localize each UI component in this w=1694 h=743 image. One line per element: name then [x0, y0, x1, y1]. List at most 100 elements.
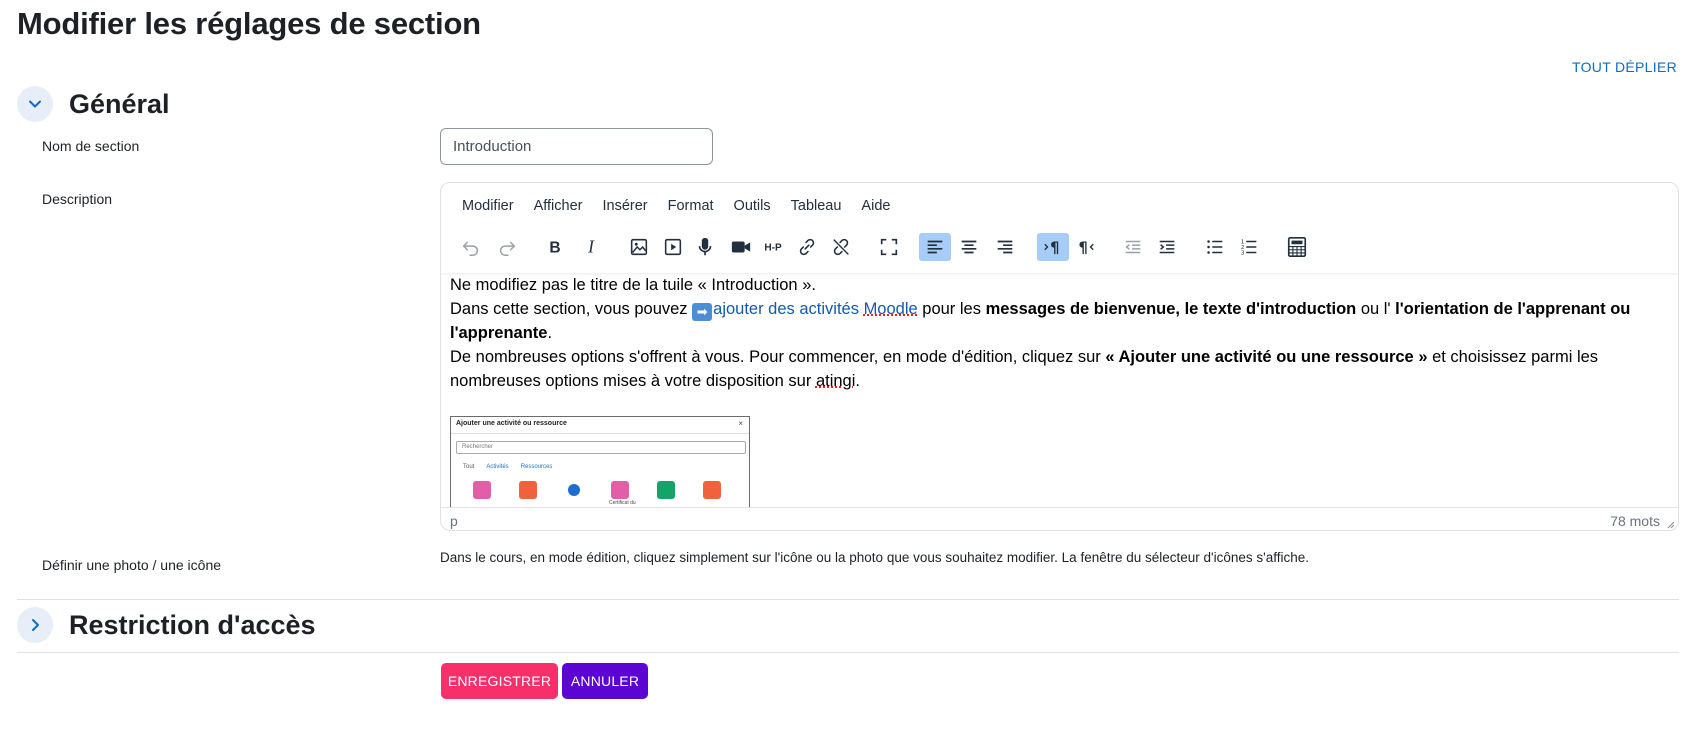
thumb-search-field: Rechercher [456, 441, 746, 454]
italic-button[interactable]: I [575, 233, 607, 261]
section-header-restriction: Restriction d'accès [17, 607, 316, 643]
thumb-activity-tile [611, 481, 629, 499]
calculator-button[interactable] [1281, 233, 1313, 261]
section-title-general: Général [69, 88, 170, 119]
thumb-activity-tile [519, 481, 537, 499]
redo-icon [499, 241, 516, 256]
bullet-list-button[interactable] [1199, 233, 1231, 261]
microphone-icon [698, 237, 712, 256]
thumb-activity-tile [657, 481, 675, 499]
thumb-tab-resources: Ressources [520, 464, 553, 470]
redo-button[interactable] [491, 233, 523, 261]
menu-format[interactable]: Format [658, 198, 724, 214]
divider [17, 652, 1679, 653]
editor-menubar: Modifier Afficher Insérer Format Outils … [452, 198, 900, 214]
unlink-button[interactable] [825, 233, 857, 261]
content-text: . [855, 372, 860, 390]
undo-button[interactable] [455, 233, 487, 261]
ltr-icon: ¶ [1044, 240, 1059, 257]
rtl-button[interactable]: ¶ [1069, 233, 1101, 261]
section-title-restriction: Restriction d'accès [69, 609, 316, 640]
element-path[interactable]: p [450, 513, 458, 529]
video-icon [731, 241, 751, 253]
image-icon [630, 238, 648, 256]
align-left-button[interactable] [919, 233, 951, 261]
menu-tableau[interactable]: Tableau [781, 198, 852, 214]
content-text: Dans cette section, vous pouvez [450, 300, 693, 318]
rich-text-editor: Modifier Afficher Insérer Format Outils … [440, 182, 1679, 531]
calculator-icon [1287, 237, 1307, 257]
undo-icon [462, 241, 479, 256]
activity-chooser-screenshot[interactable]: Ajouter une activité ou ressource × Rech… [450, 416, 750, 507]
link-text: ajouter des activités [713, 300, 864, 318]
thumb-close-icon: × [738, 419, 743, 428]
editor-statusbar: p 78 mots [441, 507, 1678, 530]
fullscreen-button[interactable] [873, 233, 905, 261]
menu-inserer[interactable]: Insérer [592, 198, 657, 214]
link-icon [799, 238, 815, 256]
restriction-expand-toggle[interactable] [17, 607, 53, 643]
align-center-icon [961, 240, 977, 254]
content-bold-text: messages de bienvenue, le texte d'introd… [985, 300, 1357, 318]
section-name-label: Nom de section [42, 138, 140, 154]
link-button[interactable] [791, 233, 823, 261]
section-name-input[interactable] [440, 128, 713, 165]
menu-modifier[interactable]: Modifier [452, 198, 524, 214]
h5p-button[interactable]: H-P [757, 233, 789, 261]
content-text: De nombreuses options s'offrent à vous. … [450, 348, 1106, 366]
add-activities-link[interactable]: ajouter des activités Moodle [713, 300, 918, 318]
align-right-icon [997, 240, 1013, 254]
record-video-button[interactable] [725, 233, 757, 261]
svg-text:3: 3 [1241, 250, 1245, 256]
bullet-list-icon [1207, 240, 1223, 254]
page-title: Modifier les réglages de section [17, 6, 481, 41]
chevron-right-icon [32, 619, 39, 631]
bold-button[interactable]: B [539, 233, 571, 261]
indent-button[interactable] [1151, 233, 1183, 261]
outdent-button[interactable] [1117, 233, 1149, 261]
thumb-divider [451, 433, 749, 434]
content-paragraph-3: De nombreuses options s'offrent à vous. … [450, 345, 1669, 393]
menu-outils[interactable]: Outils [724, 198, 781, 214]
svg-text:¶: ¶ [1079, 240, 1088, 257]
numbered-list-icon: 123 [1241, 239, 1257, 256]
thumb-tab-activities: Activités [486, 464, 509, 470]
description-label: Description [42, 191, 113, 207]
align-left-icon [927, 240, 943, 254]
photo-icon-label: Définir une photo / une icône [42, 557, 222, 573]
thumb-activity-tile [473, 481, 491, 499]
indent-icon [1159, 240, 1175, 254]
cancel-button[interactable]: ANNULER [562, 663, 648, 699]
menu-afficher[interactable]: Afficher [524, 198, 593, 214]
resize-handle-icon[interactable] [1665, 519, 1675, 529]
bold-icon: B [549, 240, 560, 257]
media-icon [664, 238, 682, 256]
menu-aide[interactable]: Aide [851, 198, 900, 214]
thumb-tab-all: Tout [463, 464, 475, 470]
content-bold-text: « Ajouter une activité ou une ressource … [1105, 348, 1428, 366]
arrow-right-icon: ➡ [692, 303, 713, 321]
editor-content[interactable]: Ne modifiez pas le titre de la tuile « I… [441, 273, 1678, 393]
record-audio-button[interactable] [689, 233, 721, 261]
image-button[interactable] [623, 233, 655, 261]
divider [17, 599, 1679, 600]
expand-all-link[interactable]: TOUT DÉPLIER [1572, 59, 1677, 75]
link-text-moodle: Moodle [863, 300, 918, 318]
media-button[interactable] [657, 233, 689, 261]
rtl-icon: ¶ [1079, 240, 1094, 257]
thumb-caption: Certificat du [609, 500, 636, 506]
editor-content-area[interactable]: Ne modifiez pas le titre de la tuile « I… [441, 273, 1678, 507]
content-text: ou l' [1356, 300, 1396, 318]
outdent-icon [1125, 240, 1141, 254]
photo-icon-help-text: Dans le cours, en mode édition, cliquez … [440, 550, 1309, 565]
numbered-list-button[interactable]: 123 [1233, 233, 1265, 261]
word-count[interactable]: 78 mots [1610, 513, 1660, 529]
content-line-1: Ne modifiez pas le titre de la tuile « I… [450, 276, 816, 294]
ltr-button[interactable]: ¶ [1037, 233, 1069, 261]
save-button[interactable]: ENREGISTRER [441, 663, 558, 699]
general-collapse-toggle[interactable] [17, 86, 53, 122]
align-right-button[interactable] [989, 233, 1021, 261]
svg-text:B: B [549, 240, 560, 257]
thumb-tabs: Tout Activités Ressources [463, 464, 564, 470]
align-center-button[interactable] [953, 233, 985, 261]
